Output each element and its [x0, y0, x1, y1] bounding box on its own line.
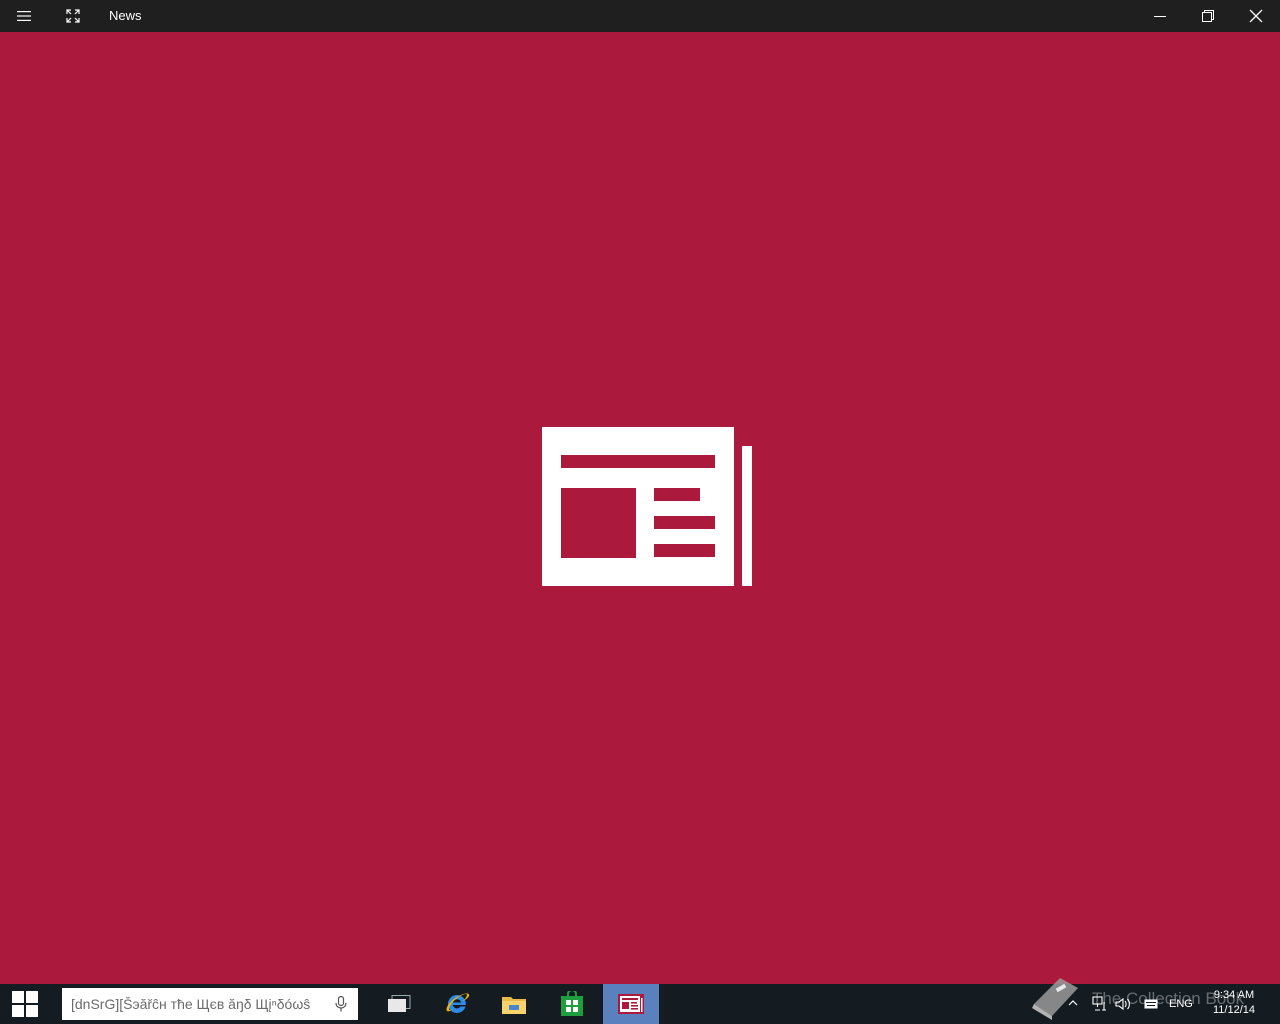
clock[interactable]: 9:34 AM 11/12/14: [1203, 988, 1265, 1018]
close-button[interactable]: [1232, 0, 1280, 32]
language-indicator[interactable]: ENG: [1169, 984, 1193, 1024]
task-view-icon: [388, 995, 411, 1012]
network-icon[interactable]: [1092, 996, 1108, 1012]
window-title: News: [109, 8, 142, 23]
taskbar-app-task-view[interactable]: [371, 984, 427, 1024]
close-icon: [1249, 9, 1263, 23]
news-icon: [618, 994, 644, 1014]
title-bar: News: [0, 0, 1280, 32]
start-button[interactable]: [0, 984, 50, 1024]
volume-icon[interactable]: [1114, 996, 1132, 1012]
taskbar: [dnSrG][Šэăřĉн тħe Щєв ăŋδ Щįⁿδóωŝ The C…: [0, 978, 1280, 1024]
fullscreen-button[interactable]: [49, 0, 97, 32]
search-box[interactable]: [dnSrG][Šэăřĉн тħe Щєв ăŋδ Щįⁿδóωŝ: [62, 988, 358, 1020]
search-input[interactable]: [dnSrG][Šэăřĉн тħe Щєв ăŋδ Щįⁿδóωŝ: [71, 988, 329, 1020]
fullscreen-icon: [66, 9, 80, 23]
taskbar-app-internet-explorer[interactable]: [429, 984, 485, 1024]
windows-logo-icon: [12, 991, 38, 1017]
hamburger-menu-button[interactable]: [0, 0, 48, 32]
restore-button[interactable]: [1184, 0, 1232, 32]
internet-explorer-icon: [446, 993, 470, 1013]
taskbar-app-store[interactable]: [544, 984, 600, 1024]
minimize-icon: [1154, 16, 1166, 17]
news-logo-icon: [542, 427, 752, 586]
keyboard-icon[interactable]: [1144, 998, 1158, 1010]
store-icon: [561, 991, 583, 1016]
hamburger-icon: [17, 11, 31, 21]
microphone-icon[interactable]: [334, 996, 348, 1012]
minimize-button[interactable]: [1136, 0, 1184, 32]
clock-time: 9:34 AM: [1213, 989, 1255, 1001]
show-hidden-icons-icon[interactable]: [1068, 998, 1078, 1008]
taskbar-app-news[interactable]: [603, 984, 659, 1024]
folder-icon: [502, 997, 526, 1014]
taskbar-app-file-explorer[interactable]: [486, 984, 542, 1024]
clock-date: 11/12/14: [1212, 1004, 1255, 1016]
restore-icon: [1202, 10, 1214, 22]
